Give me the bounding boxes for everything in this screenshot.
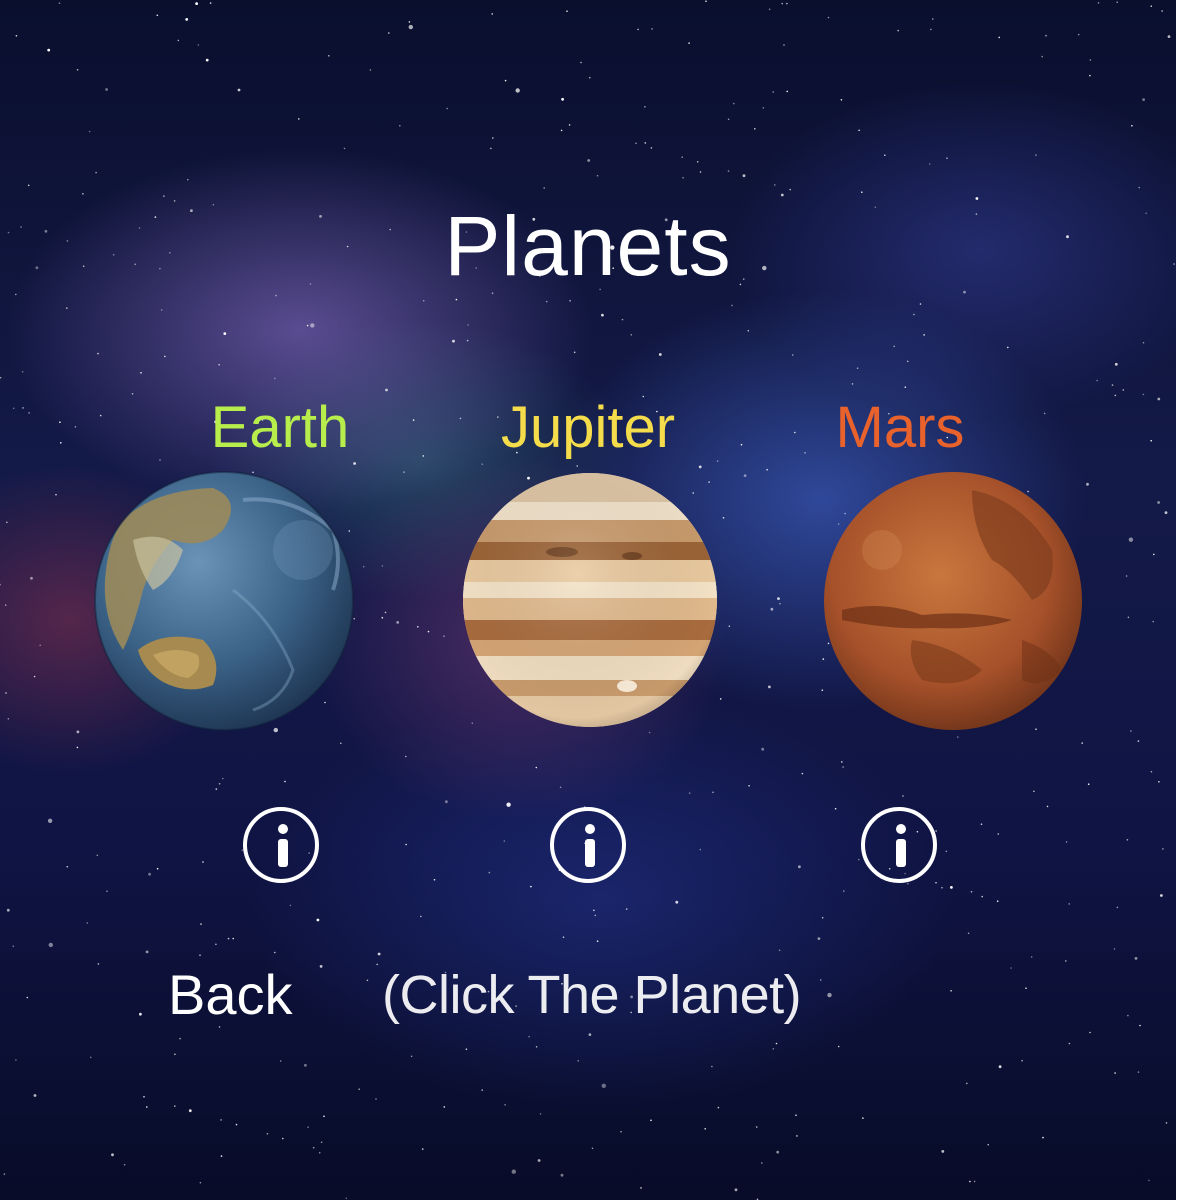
info-icon — [585, 824, 595, 834]
page-title: Planets — [444, 199, 732, 293]
back-button[interactable]: Back — [168, 962, 293, 1028]
earth-label: Earth — [210, 395, 350, 460]
mars-label: Mars — [835, 395, 965, 460]
info-icon — [278, 824, 288, 834]
info-icon — [896, 824, 906, 834]
mars-info-icon[interactable] — [861, 807, 937, 883]
earth-info-icon[interactable] — [243, 807, 319, 883]
jupiter-image[interactable] — [462, 472, 718, 728]
jupiter-label: Jupiter — [500, 395, 676, 460]
jupiter-info-icon[interactable] — [550, 807, 626, 883]
mars-image[interactable] — [822, 470, 1084, 732]
click-planet-hint: (Click The Planet) — [382, 965, 802, 1025]
earth-image[interactable] — [93, 470, 355, 732]
planets-screen: Planets Earth Jupiter Mars Back (Click T… — [0, 0, 1176, 1200]
